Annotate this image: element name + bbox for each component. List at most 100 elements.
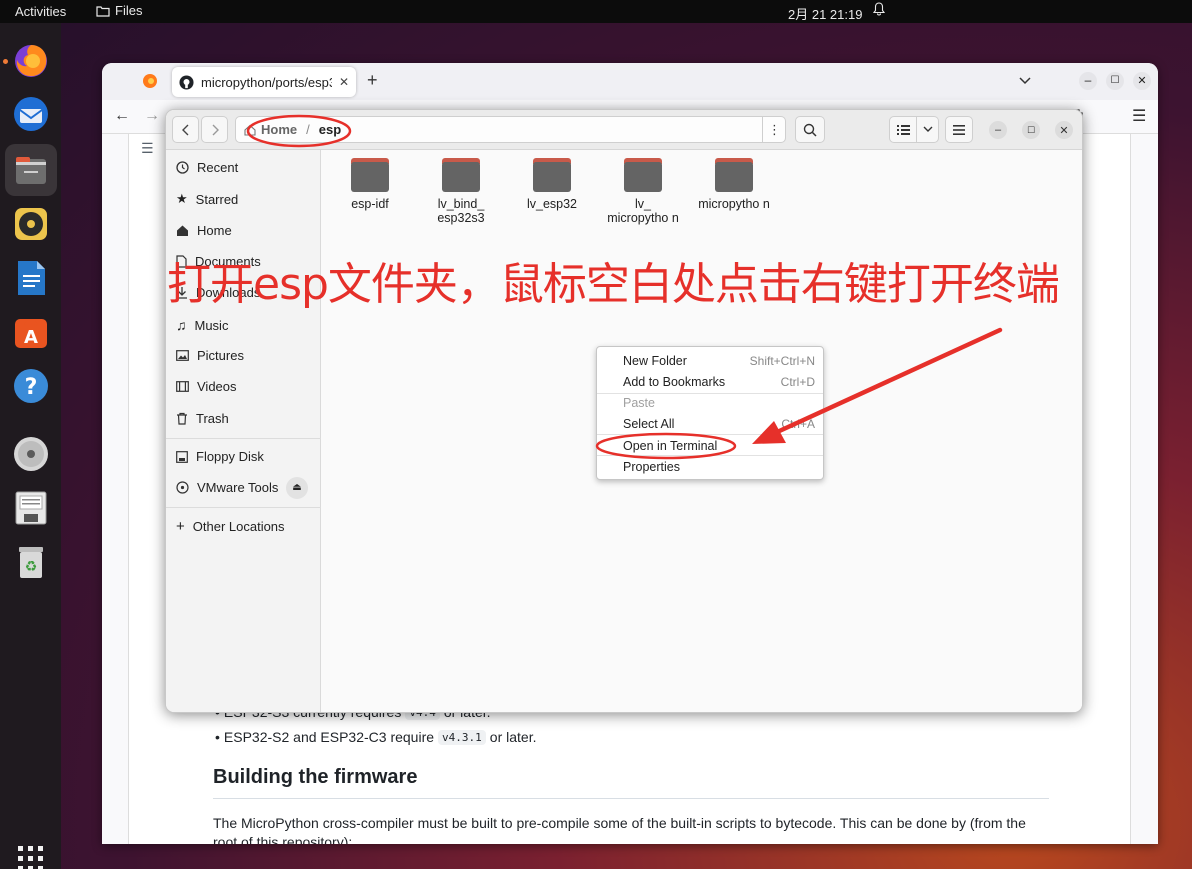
app-menu-icon[interactable]: ☰: [1132, 106, 1146, 126]
app-center-icon[interactable]: A: [10, 311, 52, 353]
notification-bell-icon[interactable]: [872, 2, 886, 19]
path-separator: /: [306, 122, 310, 137]
path-current[interactable]: esp: [319, 122, 341, 137]
folder-icon: [351, 158, 389, 192]
sidebar-item-vmware[interactable]: VMware Tools: [176, 480, 278, 495]
trash-icon[interactable]: ♻: [10, 541, 52, 583]
view-options-button[interactable]: [917, 116, 939, 143]
back-button[interactable]: [172, 116, 199, 143]
activities-button[interactable]: Activities: [15, 4, 66, 19]
files-app-icon[interactable]: [5, 144, 57, 196]
menu-item-add-bookmarks[interactable]: Add to Bookmarks Ctrl+D: [597, 371, 823, 392]
sidebar-item-label: Floppy Disk: [196, 449, 264, 464]
forward-button[interactable]: [201, 116, 228, 143]
folder-item[interactable]: lv_ micropytho n: [604, 158, 682, 225]
app-menu[interactable]: Files: [96, 3, 142, 18]
drive-icon: [176, 450, 188, 463]
forward-icon[interactable]: →: [144, 107, 160, 125]
path-home[interactable]: Home: [261, 122, 297, 137]
folder-icon: [442, 158, 480, 192]
folder-label: lv_ micropytho n: [607, 197, 679, 225]
clock[interactable]: 2月 21 21:19: [788, 4, 862, 23]
section-heading: Building the firmware: [213, 766, 418, 788]
folder-item[interactable]: micropytho n: [695, 158, 773, 211]
home-icon: [244, 124, 256, 136]
menu-item-label: Paste: [623, 395, 655, 410]
maximize-icon[interactable]: ☐: [1022, 121, 1040, 139]
folder-label: lv_esp32: [526, 197, 578, 211]
main-menu-button[interactable]: [945, 116, 973, 143]
floppy-icon[interactable]: [10, 487, 52, 529]
folder-label: lv_bind_ esp32s3: [437, 197, 485, 225]
minimize-icon[interactable]: –: [989, 121, 1007, 139]
sidebar-item-pictures[interactable]: Pictures: [176, 348, 244, 363]
close-icon[interactable]: ✕: [1133, 72, 1151, 90]
chevron-down-icon: [923, 126, 932, 132]
outline-icon[interactable]: ☰: [141, 140, 154, 157]
sidebar-item-videos[interactable]: Videos: [176, 379, 237, 394]
sidebar-item-music[interactable]: ♫ Music: [176, 317, 228, 333]
github-icon: [179, 74, 194, 90]
sidebar-divider: [166, 438, 321, 439]
maximize-icon[interactable]: ☐: [1106, 72, 1124, 90]
thunderbird-icon[interactable]: [10, 93, 52, 135]
disc-icon[interactable]: [10, 433, 52, 475]
sidebar-item-label: Other Locations: [192, 519, 285, 534]
sidebar-item-label: Recent: [197, 160, 239, 175]
music-icon: ♫: [176, 317, 187, 333]
new-tab-button[interactable]: +: [367, 70, 378, 91]
path-menu-icon[interactable]: ⋮: [762, 116, 786, 143]
menu-item-new-folder[interactable]: New Folder Shift+Ctrl+N: [597, 350, 823, 371]
sidebar-item-other-locations[interactable]: + Other Locations: [176, 519, 285, 534]
list-view-icon: [896, 125, 910, 135]
rhythmbox-icon[interactable]: [10, 203, 52, 245]
folder-icon: [533, 158, 571, 192]
writer-icon[interactable]: [10, 257, 52, 299]
disc-icon: [176, 481, 189, 494]
clock-icon: [176, 161, 189, 174]
sidebar-item-label: Videos: [197, 379, 237, 394]
svg-text:?: ?: [25, 375, 38, 400]
folder-item[interactable]: lv_esp32: [513, 158, 591, 211]
sidebar-item-recent[interactable]: Recent: [176, 160, 238, 175]
annotation-text: 打开esp文件夹，鼠标空白处点击右键打开终端: [167, 259, 1060, 310]
minimize-icon[interactable]: –: [1079, 72, 1097, 90]
list-tabs-icon[interactable]: [1019, 73, 1031, 88]
menu-item-label: Open in Terminal: [623, 438, 718, 453]
close-tab-icon[interactable]: ✕: [339, 75, 349, 89]
browser-tab[interactable]: micropython/ports/esp32 ✕: [172, 67, 356, 97]
sidebar-divider: [166, 507, 321, 508]
bullet-text: ESP32-S2 and ESP32-C3 require: [223, 729, 435, 745]
eject-icon[interactable]: ⏏: [286, 477, 308, 499]
path-bar[interactable]: Home / esp: [235, 116, 786, 143]
sidebar-item-label: Starred: [195, 191, 239, 207]
folder-item[interactable]: esp-idf: [331, 158, 409, 211]
view-list-button[interactable]: [889, 116, 917, 143]
home-icon: [177, 225, 188, 236]
folder-icon: [96, 5, 110, 17]
folder-item[interactable]: lv_bind_ esp32s3: [422, 158, 500, 225]
svg-text:A: A: [24, 327, 38, 348]
folder-icon: [715, 158, 753, 192]
show-apps-icon[interactable]: [10, 838, 52, 869]
menu-item-properties[interactable]: Properties: [597, 456, 823, 477]
firefox-icon[interactable]: [10, 39, 52, 81]
sidebar-item-trash[interactable]: Trash: [176, 411, 229, 426]
video-icon: [176, 381, 189, 392]
context-menu: New Folder Shift+Ctrl+N Add to Bookmarks…: [596, 346, 824, 480]
firefox-view-icon[interactable]: [142, 73, 158, 92]
sidebar-item-starred[interactable]: ★ Starred: [176, 191, 238, 207]
menu-item-select-all[interactable]: Select All Ctrl+A: [597, 413, 823, 434]
sidebar-item-label: VMware Tools: [197, 480, 279, 495]
sidebar-item-home[interactable]: Home: [176, 223, 232, 238]
back-icon[interactable]: ←: [114, 107, 130, 125]
close-icon[interactable]: ✕: [1055, 121, 1073, 139]
sidebar-item-floppy[interactable]: Floppy Disk: [176, 449, 264, 464]
help-icon[interactable]: ?: [10, 365, 52, 407]
search-button[interactable]: [795, 116, 825, 143]
sidebar-item-label: Trash: [196, 411, 229, 426]
star-icon: ★: [176, 191, 188, 206]
menu-item-open-terminal[interactable]: Open in Terminal: [597, 435, 823, 456]
sidebar: Recent ★ Starred Home Documents Download…: [166, 150, 321, 712]
menu-item-paste[interactable]: Paste: [597, 392, 823, 413]
